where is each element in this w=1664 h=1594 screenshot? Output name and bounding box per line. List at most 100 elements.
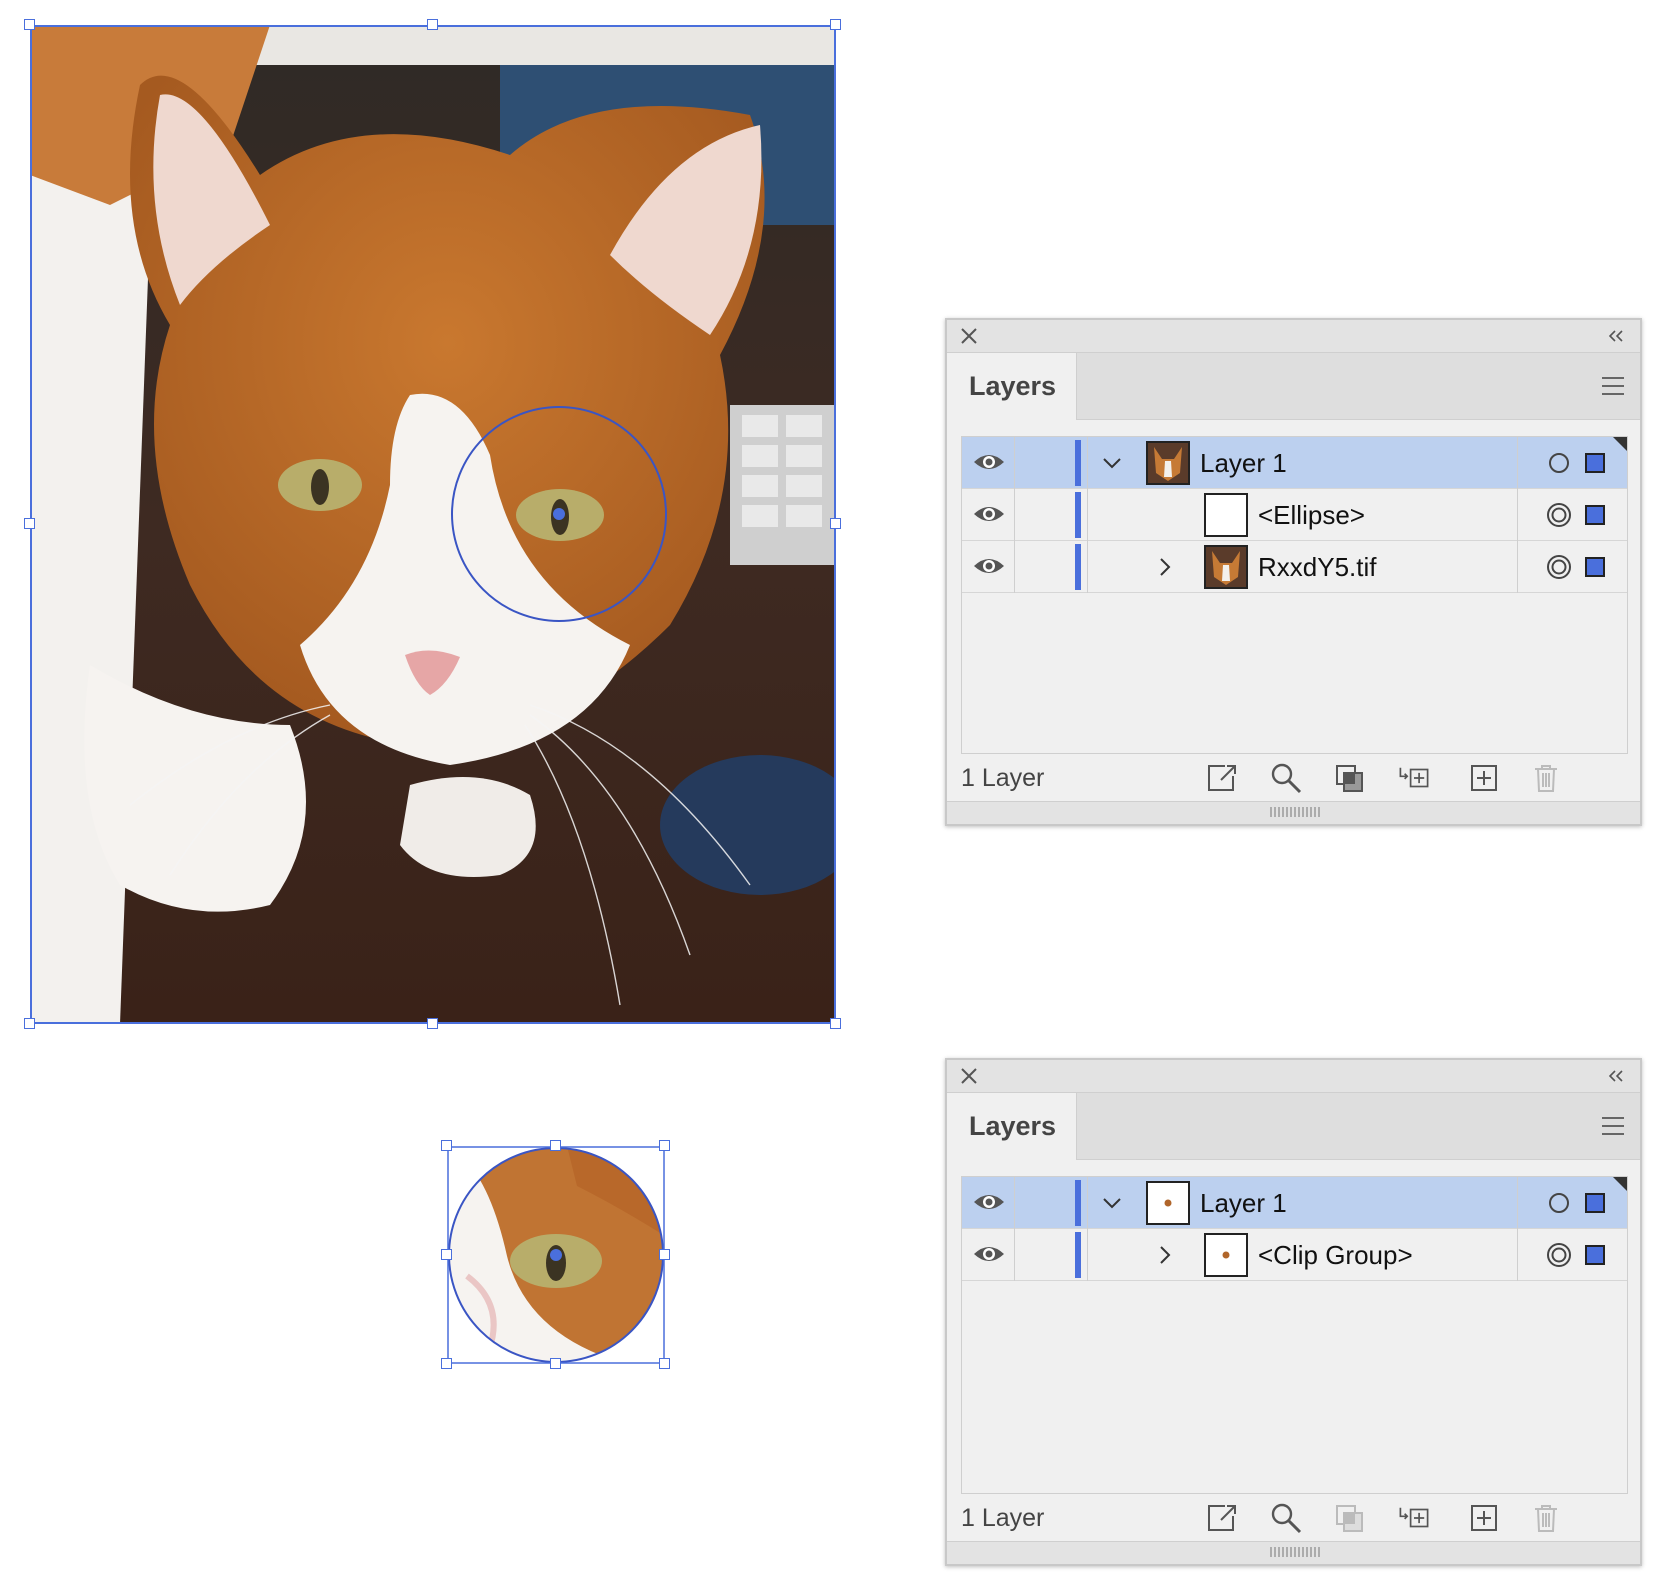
selection-square-icon[interactable] bbox=[1585, 1245, 1605, 1265]
chevron-right-icon[interactable] bbox=[1154, 556, 1176, 578]
resize-handle[interactable] bbox=[441, 1358, 452, 1369]
layer-row-layer-1[interactable]: Layer 1 bbox=[962, 437, 1627, 489]
column-divider bbox=[1087, 1229, 1088, 1281]
layer-color-bar bbox=[1075, 492, 1081, 538]
layer-color-bar bbox=[1075, 1180, 1081, 1226]
target-circle-icon[interactable] bbox=[1546, 502, 1572, 528]
eye-icon[interactable] bbox=[972, 1242, 1006, 1266]
panel-resize-bar[interactable] bbox=[947, 801, 1640, 824]
layers-list: Layer 1 <Clip Group> bbox=[961, 1176, 1628, 1494]
layers-panel: Layers Layer 1 <Ellipse> RxxdY5.tif 1 La… bbox=[945, 318, 1642, 826]
selection-square-icon[interactable] bbox=[1585, 557, 1605, 577]
grip-icon[interactable] bbox=[1269, 1546, 1321, 1558]
layer-name[interactable]: Layer 1 bbox=[1200, 437, 1287, 489]
resize-handle[interactable] bbox=[24, 1018, 35, 1029]
selection-square-icon[interactable] bbox=[1585, 453, 1605, 473]
layer-row-ellipse[interactable]: <Ellipse> bbox=[962, 489, 1627, 541]
eye-icon[interactable] bbox=[972, 554, 1006, 578]
column-divider bbox=[1014, 1177, 1015, 1229]
panel-tab-bar: Layers bbox=[947, 353, 1640, 420]
create-sublayer-icon[interactable] bbox=[1397, 1502, 1431, 1534]
panel-resize-bar[interactable] bbox=[947, 1541, 1640, 1564]
selected-art-corner-icon bbox=[1613, 1177, 1627, 1191]
tab-layers[interactable]: Layers bbox=[947, 1093, 1077, 1160]
make-clipping-mask-icon[interactable] bbox=[1333, 762, 1367, 794]
grip-icon[interactable] bbox=[1269, 806, 1321, 818]
export-icon[interactable] bbox=[1205, 1502, 1239, 1534]
panel-menu-icon[interactable] bbox=[1600, 375, 1626, 397]
chevron-right-icon[interactable] bbox=[1154, 1244, 1176, 1266]
layer-name[interactable]: RxxdY5.tif bbox=[1258, 541, 1377, 593]
column-divider bbox=[1014, 437, 1015, 489]
resize-handle[interactable] bbox=[427, 1018, 438, 1029]
column-divider bbox=[1014, 541, 1015, 593]
cat-thumbnail-icon bbox=[1204, 545, 1248, 589]
layer-count: 1 Layer bbox=[961, 764, 1045, 792]
placed-cat-photo[interactable] bbox=[30, 25, 836, 1024]
column-divider bbox=[1517, 1177, 1518, 1229]
layer-name[interactable]: <Clip Group> bbox=[1258, 1229, 1413, 1281]
resize-handle[interactable] bbox=[441, 1140, 452, 1151]
double-chevron-left-icon[interactable] bbox=[1606, 1067, 1626, 1085]
trash-icon[interactable] bbox=[1529, 762, 1563, 794]
export-icon[interactable] bbox=[1205, 762, 1239, 794]
new-layer-icon[interactable] bbox=[1467, 1502, 1501, 1534]
selected-art-corner-icon bbox=[1613, 437, 1627, 451]
make-clipping-mask-icon[interactable] bbox=[1333, 1502, 1367, 1534]
resize-handle[interactable] bbox=[659, 1358, 670, 1369]
panel-menu-icon[interactable] bbox=[1600, 1115, 1626, 1137]
panel-titlebar[interactable] bbox=[947, 320, 1640, 353]
layers-list: Layer 1 <Ellipse> RxxdY5.tif bbox=[961, 436, 1628, 754]
column-divider bbox=[1517, 489, 1518, 541]
target-circle-icon[interactable] bbox=[1546, 1190, 1572, 1216]
target-circle-icon[interactable] bbox=[1546, 554, 1572, 580]
close-icon[interactable] bbox=[959, 1066, 979, 1086]
resize-handle[interactable] bbox=[830, 19, 841, 30]
resize-handle[interactable] bbox=[427, 19, 438, 30]
layer-color-bar bbox=[1075, 1232, 1081, 1278]
column-divider bbox=[1087, 1177, 1088, 1229]
layer-row-image[interactable]: RxxdY5.tif bbox=[962, 541, 1627, 593]
eye-icon[interactable] bbox=[972, 1190, 1006, 1214]
layer-name[interactable]: Layer 1 bbox=[1200, 1177, 1287, 1229]
eye-icon[interactable] bbox=[972, 502, 1006, 526]
resize-handle[interactable] bbox=[550, 1140, 561, 1151]
selection-square-icon[interactable] bbox=[1585, 505, 1605, 525]
column-divider bbox=[1014, 489, 1015, 541]
double-chevron-left-icon[interactable] bbox=[1606, 327, 1626, 345]
layer-row-clip-group[interactable]: <Clip Group> bbox=[962, 1229, 1627, 1281]
eye-icon[interactable] bbox=[972, 450, 1006, 474]
clipped-cat-circle[interactable] bbox=[447, 1146, 665, 1364]
dot-thumbnail-icon bbox=[1204, 1233, 1248, 1277]
locate-object-icon[interactable] bbox=[1269, 762, 1303, 794]
layer-name[interactable]: <Ellipse> bbox=[1258, 489, 1365, 541]
panel-titlebar[interactable] bbox=[947, 1060, 1640, 1093]
dot-thumbnail-icon bbox=[1146, 1181, 1190, 1225]
resize-handle[interactable] bbox=[830, 1018, 841, 1029]
layer-color-bar bbox=[1075, 544, 1081, 590]
chevron-down-icon[interactable] bbox=[1101, 452, 1123, 474]
new-layer-icon[interactable] bbox=[1467, 762, 1501, 794]
chevron-down-icon[interactable] bbox=[1101, 1192, 1123, 1214]
layers-panel: Layers Layer 1 <Clip Group> 1 Layer bbox=[945, 1058, 1642, 1566]
resize-handle[interactable] bbox=[24, 518, 35, 529]
cat-thumbnail-icon bbox=[1146, 441, 1190, 485]
locate-object-icon[interactable] bbox=[1269, 1502, 1303, 1534]
resize-handle[interactable] bbox=[659, 1249, 670, 1260]
create-sublayer-icon[interactable] bbox=[1397, 762, 1431, 794]
resize-handle[interactable] bbox=[24, 19, 35, 30]
column-divider bbox=[1087, 437, 1088, 489]
resize-handle[interactable] bbox=[441, 1249, 452, 1260]
layer-row-layer-1[interactable]: Layer 1 bbox=[962, 1177, 1627, 1229]
column-divider bbox=[1014, 1229, 1015, 1281]
close-icon[interactable] bbox=[959, 326, 979, 346]
resize-handle[interactable] bbox=[659, 1140, 670, 1151]
blank-thumbnail-icon bbox=[1204, 493, 1248, 537]
tab-layers[interactable]: Layers bbox=[947, 353, 1077, 420]
selection-square-icon[interactable] bbox=[1585, 1193, 1605, 1213]
resize-handle[interactable] bbox=[830, 518, 841, 529]
trash-icon[interactable] bbox=[1529, 1502, 1563, 1534]
target-circle-icon[interactable] bbox=[1546, 450, 1572, 476]
target-circle-icon[interactable] bbox=[1546, 1242, 1572, 1268]
resize-handle[interactable] bbox=[550, 1358, 561, 1369]
